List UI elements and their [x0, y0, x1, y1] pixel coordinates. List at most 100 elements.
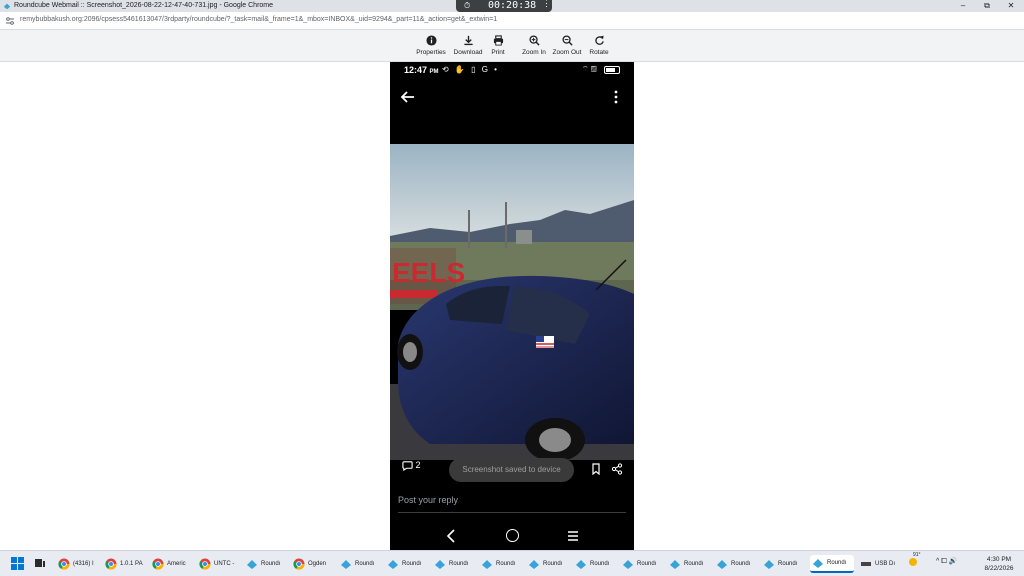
taskbar-item-label: Roundı	[355, 561, 375, 567]
roundcube-icon	[575, 558, 587, 570]
share-icon[interactable]	[611, 463, 623, 475]
site-settings-icon[interactable]	[5, 16, 15, 26]
roundcube-icon	[528, 558, 540, 570]
system-tray-icons[interactable]: ^ ⧠ 🔊	[936, 557, 958, 566]
phone-clock: 12:47 PM	[404, 65, 439, 75]
nav-recents-icon[interactable]	[567, 530, 579, 542]
weather-widget[interactable]: 91°	[906, 552, 921, 570]
stopwatch-icon: ⏱	[464, 1, 471, 10]
taskbar-item[interactable]: Roundı	[338, 555, 380, 573]
printer-icon	[493, 35, 503, 46]
roundcube-icon	[246, 558, 258, 570]
taskbar-item-label: Roundı	[684, 561, 704, 567]
taskbar-item[interactable]: 1.0.1 PA	[103, 555, 145, 573]
taskbar-item-active[interactable]: Roundı	[810, 555, 854, 573]
zoom-out-icon	[561, 35, 573, 46]
back-arrow-icon[interactable]	[400, 89, 416, 105]
chrome-icon	[105, 558, 117, 570]
phone-screenshot: 12:47 PM ⟲ ✋ ▯ G • ⌔ ▨ EELS 2 Screenshot…	[390, 62, 634, 550]
roundcube-icon	[669, 558, 681, 570]
taskbar-item[interactable]: Roundı	[526, 555, 568, 573]
roundcube-icon	[622, 558, 634, 570]
android-nav-bar	[390, 524, 634, 550]
reply-input[interactable]: Post your reply	[398, 493, 626, 513]
taskbar-item[interactable]: Roundı	[620, 555, 662, 573]
taskbar-item-label: Roundı	[496, 561, 516, 567]
status-signal-icons: ⌔ ▨	[582, 66, 598, 73]
roundcube-icon	[387, 558, 399, 570]
taskbar-item[interactable]: UNTC -	[197, 555, 239, 573]
taskbar-item-label: Roundı	[731, 561, 751, 567]
roundcube-icon	[434, 558, 446, 570]
taskbar-item-label: 1.0.1 PA	[120, 561, 143, 567]
clock-date: 8/22/2026	[984, 565, 1014, 572]
taskbar-item[interactable]: Ogden	[291, 555, 333, 573]
info-icon	[425, 35, 437, 46]
taskbar-item-label: Roundı	[590, 561, 610, 567]
taskbar-item-label: (4316) I	[73, 561, 94, 567]
taskbar-item[interactable]: Roundı	[385, 555, 427, 573]
status-notification-icons: ⟲ ✋ ▯ G •	[442, 65, 499, 74]
taskbar-item[interactable]: Roundı	[714, 555, 756, 573]
window-title: Roundcube Webmail :: Screenshot_2026-08-…	[14, 2, 274, 9]
taskbar-item-label: Ogden	[308, 561, 327, 567]
print-button[interactable]: Print	[478, 33, 518, 61]
taskbar-item[interactable]: USB Dı	[858, 555, 900, 573]
bookmark-icon[interactable]	[590, 463, 602, 475]
close-button[interactable]: ✕	[996, 0, 1024, 12]
task-view-icon[interactable]	[34, 557, 46, 569]
taskbar-item-label: Roundı	[543, 561, 563, 567]
taskbar-clock[interactable]: 4:30 PM 8/22/2026	[978, 555, 1020, 573]
roundcube-icon	[763, 558, 775, 570]
viewer-toolbar: Properties Download Print Zoom In Zoom O…	[0, 30, 1024, 62]
taskbar-item[interactable]: Americ	[150, 555, 192, 573]
clock-time: 4:30 PM	[986, 556, 1012, 563]
taskbar-item[interactable]: Roundı	[244, 555, 286, 573]
taskbar-item-label: Americ	[167, 561, 186, 567]
roundcube-icon	[340, 558, 352, 570]
roundcube-icon	[481, 558, 493, 570]
rotate-label: Rotate	[589, 49, 609, 56]
taskbar-item[interactable]: Roundı	[761, 555, 803, 573]
taskbar-item-label: Roundı	[827, 560, 847, 566]
taskbar-item[interactable]: Roundı	[479, 555, 521, 573]
recording-timer: ⏱ 00:20:38 ⋮	[456, 0, 552, 12]
rotate-button[interactable]: Rotate	[579, 33, 619, 61]
taskbar-item-label: Roundı	[402, 561, 422, 567]
taskbar-item-label: Roundı	[261, 561, 281, 567]
screenshot-saved-toast: Screenshot saved to device	[449, 458, 574, 482]
roundcube-favicon-icon	[3, 3, 11, 10]
recording-time: 00:20:38	[488, 0, 537, 11]
recorder-menu-icon[interactable]: ⋮	[542, 0, 551, 9]
taskbar-item-label: USB Dı	[875, 561, 896, 567]
roundcube-icon	[812, 557, 824, 569]
chrome-icon	[152, 558, 164, 570]
properties-label: Properties	[416, 49, 446, 56]
taskbar-item-label: UNTC -	[214, 561, 235, 567]
phone-status-bar: 12:47 PM ⟲ ✋ ▯ G • ⌔ ▨	[390, 62, 634, 78]
taskbar-item-label: Roundı	[449, 561, 469, 567]
properties-button[interactable]: Properties	[411, 33, 451, 61]
taskbar-item[interactable]: Roundı	[667, 555, 709, 573]
taskbar-item[interactable]: (4316) I	[56, 555, 98, 573]
taskbar-item-label: Roundı	[637, 561, 657, 567]
banner-sign-text: EELS	[392, 257, 465, 288]
chrome-icon	[293, 558, 305, 570]
taskbar-item[interactable]: Roundı	[432, 555, 474, 573]
download-icon	[463, 35, 473, 46]
address-bar[interactable]: remybubbakush.org:2096/cpsess5461613047/…	[0, 12, 1024, 30]
chrome-icon	[58, 558, 70, 570]
battery-icon	[604, 66, 620, 74]
weather-temperature: 91°	[913, 552, 921, 558]
more-options-icon[interactable]	[610, 89, 622, 105]
nav-back-icon[interactable]	[445, 529, 457, 543]
comment-button[interactable]: 2	[402, 460, 421, 472]
url-text[interactable]: remybubbakush.org:2096/cpsess5461613047/…	[20, 16, 497, 23]
print-label: Print	[491, 49, 505, 56]
windows-start-icon[interactable]	[11, 557, 24, 570]
nav-home-icon[interactable]	[506, 529, 519, 542]
comment-count: 2	[415, 460, 421, 470]
taskbar-item[interactable]: Roundı	[573, 555, 615, 573]
usb-drive-icon	[860, 558, 872, 570]
chrome-icon	[199, 558, 211, 570]
